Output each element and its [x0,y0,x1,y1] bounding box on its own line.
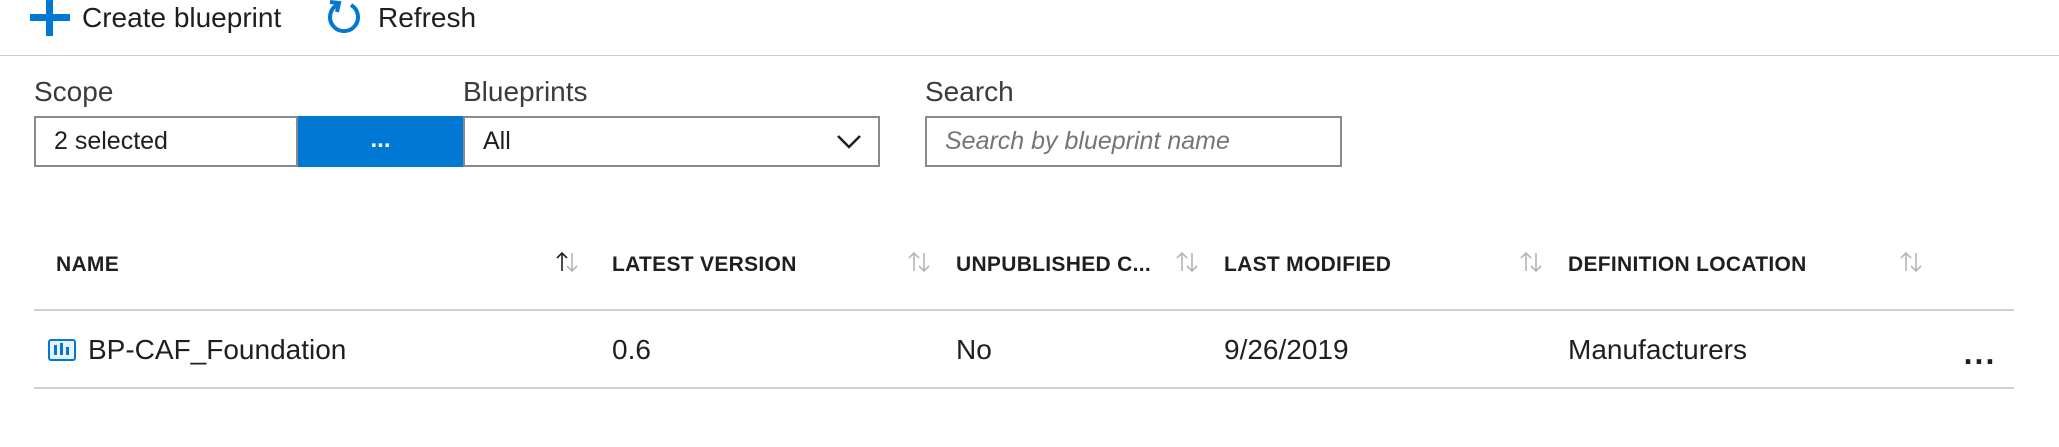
blueprint-icon [48,339,76,361]
refresh-icon [328,0,360,34]
plus-icon [30,0,70,36]
sort-ascending-icon[interactable] [554,250,580,274]
chevron-down-icon [837,134,861,149]
column-header-definition-location[interactable]: DEFINITION LOCATION [1568,236,1807,294]
sort-icon[interactable] [1898,250,1924,274]
refresh-button[interactable]: Refresh [326,0,476,36]
search-label: Search [925,76,1014,107]
command-bar: Create blueprint Refresh [0,0,2059,56]
sort-icon[interactable] [1518,250,1544,274]
unpublished-cell: No [956,334,992,365]
scope-label: Scope [34,76,114,107]
column-header-unpublished[interactable]: UNPUBLISHED C... [956,236,1151,294]
blueprint-name-cell[interactable]: BP-CAF_Foundation [48,311,346,389]
blueprints-label: Blueprints [463,76,588,107]
scope-picker-button[interactable]: ... [298,116,463,167]
more-icon: ... [1963,334,1997,371]
sort-icon[interactable] [1174,250,1200,274]
definition-location-cell: Manufacturers [1568,334,1747,365]
column-header-latest-version[interactable]: LATEST VERSION [612,236,797,294]
blueprints-dropdown[interactable]: All [463,116,880,167]
scope-picker-label: ... [370,125,391,153]
more-actions-button[interactable]: ... [1958,333,2002,373]
last-modified-cell: 9/26/2019 [1224,334,1349,365]
scope-field[interactable]: 2 selected [34,116,298,167]
refresh-label: Refresh [378,2,477,33]
latest-version-cell: 0.6 [612,334,651,365]
scope-value: 2 selected [54,127,168,155]
table-header: NAME LATEST VERSION UNPUBLISHED C... LAS… [34,236,2014,311]
search-input[interactable] [925,116,1342,167]
create-blueprint-label: Create blueprint [82,2,282,33]
table-row[interactable]: BP-CAF_Foundation 0.6 No 9/26/2019 Manuf… [34,311,2014,389]
blueprints-selected-value: All [483,127,511,155]
create-blueprint-button[interactable]: Create blueprint [30,0,281,36]
sort-icon[interactable] [906,250,932,274]
column-header-last-modified[interactable]: LAST MODIFIED [1224,236,1391,294]
blueprint-name: BP-CAF_Foundation [88,334,347,365]
column-header-name[interactable]: NAME [56,236,119,294]
